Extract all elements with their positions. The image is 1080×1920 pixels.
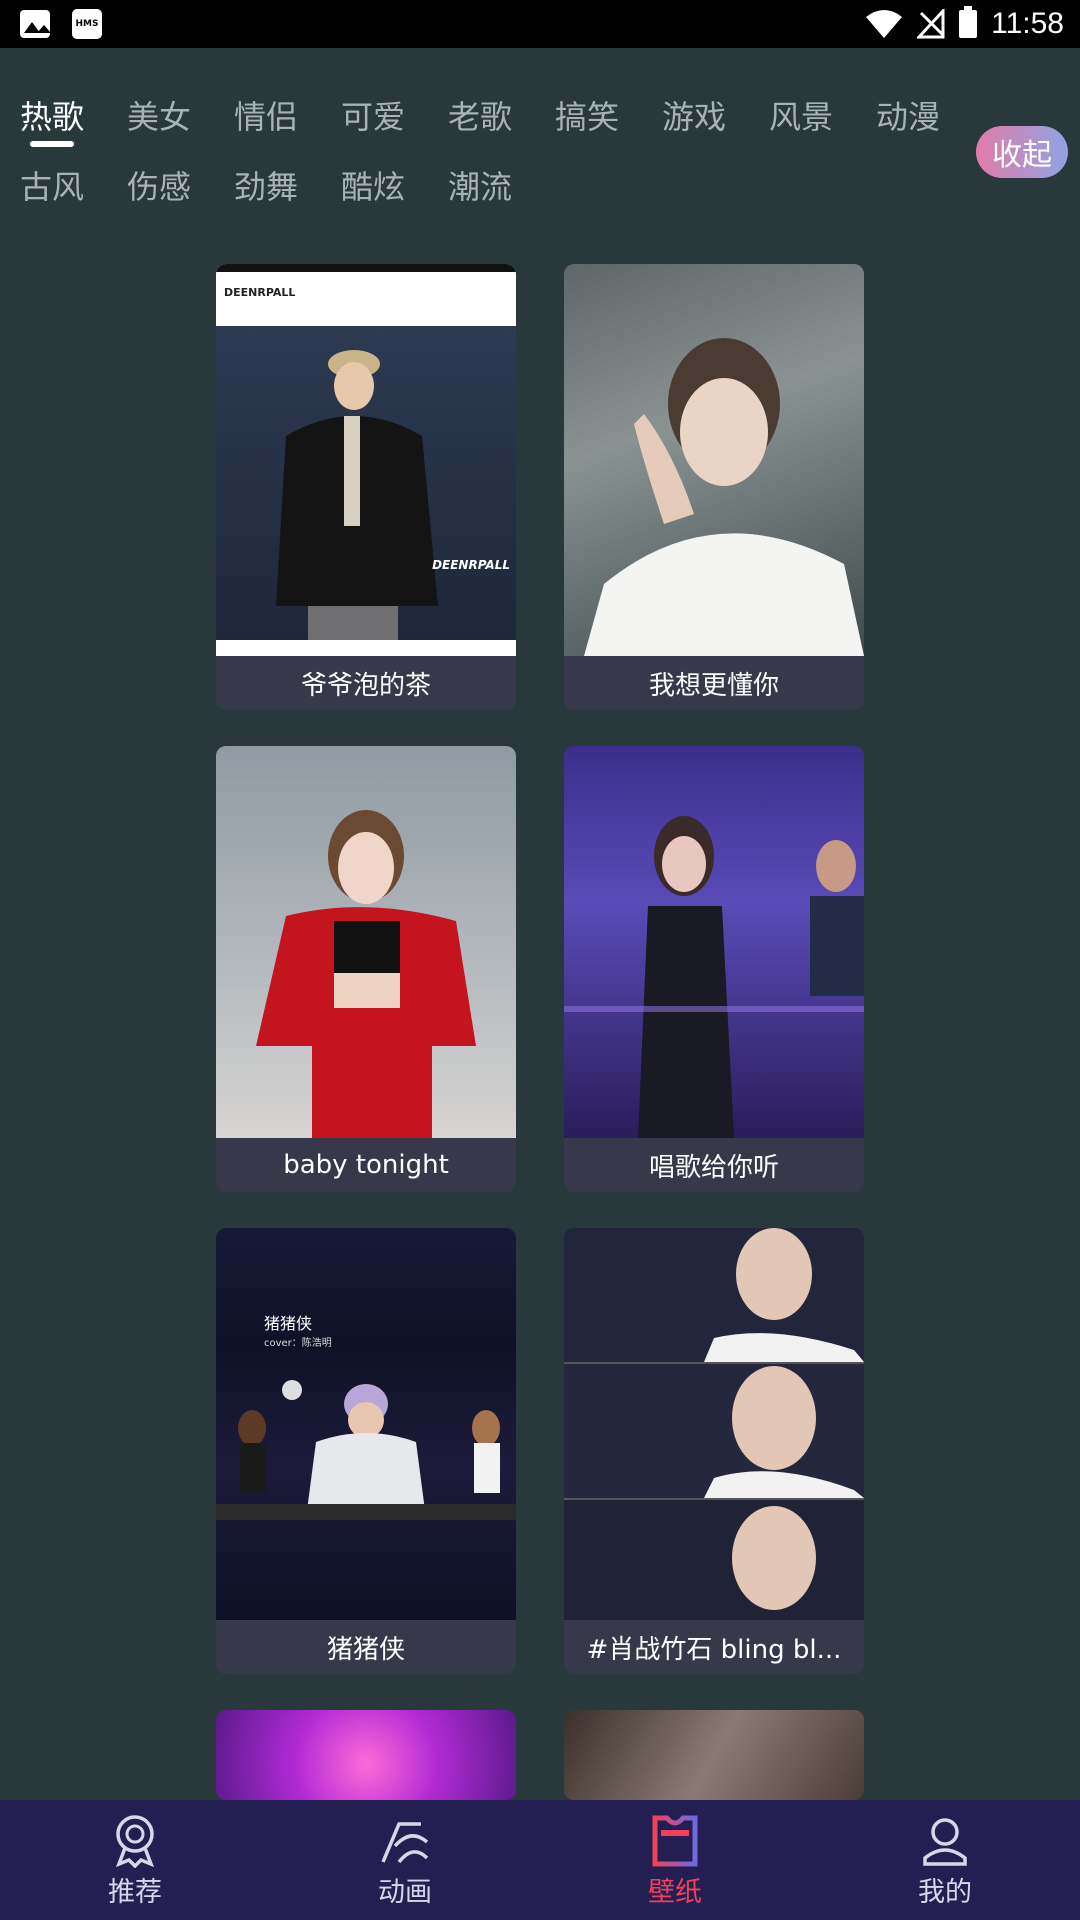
card-title: 爷爷泡的茶 bbox=[300, 670, 431, 701]
wallpaper-thumbnail: DEENRPALL DEENRPALL bbox=[216, 264, 516, 656]
wallpaper-card[interactable]: 猪猪侠 cover：陈浩明 猪猪侠 bbox=[216, 1228, 516, 1674]
wallpaper-thumbnail bbox=[564, 1710, 864, 1800]
collapse-button[interactable]: 收起 bbox=[976, 126, 1068, 178]
tab-old-songs[interactable]: 老歌 bbox=[448, 92, 512, 138]
tab-beauty[interactable]: 美女 bbox=[127, 92, 191, 138]
category-tabs: 热歌 美女 情侣 可爱 老歌 搞笑 游戏 风景 动漫 古风 伤感 劲舞 酷炫 潮… bbox=[0, 48, 1080, 238]
nav-wallpaper[interactable]: 壁纸 bbox=[540, 1800, 810, 1920]
tab-funny[interactable]: 搞笑 bbox=[555, 92, 619, 138]
card-title: #肖战竹石 bling bl... bbox=[586, 1634, 842, 1665]
wallpaper-thumbnail bbox=[216, 1710, 516, 1800]
active-tab-indicator bbox=[30, 141, 74, 147]
tab-dance[interactable]: 劲舞 bbox=[234, 162, 298, 208]
wallpaper-card[interactable]: 我想更懂你 bbox=[564, 264, 864, 710]
person-illustration bbox=[276, 350, 438, 640]
nav-label: 推荐 bbox=[108, 1876, 162, 1908]
no-signal-icon bbox=[917, 9, 945, 39]
wallpaper-thumbnail: 猪猪侠 cover：陈浩明 bbox=[216, 1228, 516, 1620]
tab-cool[interactable]: 酷炫 bbox=[341, 162, 405, 208]
nav-mine[interactable]: 我的 bbox=[810, 1800, 1080, 1920]
brand-watermark: DEENRPALL bbox=[432, 558, 510, 572]
wallpaper-thumbnail bbox=[564, 264, 864, 656]
tab-scenery[interactable]: 风景 bbox=[769, 92, 833, 138]
tshirt-icon bbox=[652, 1815, 698, 1866]
brand-text: DEENRPALL bbox=[224, 286, 296, 299]
award-icon bbox=[115, 1814, 155, 1868]
tab-anime[interactable]: 动漫 bbox=[876, 92, 940, 138]
nav-recommend[interactable]: 推荐 bbox=[0, 1800, 270, 1920]
wallpaper-thumbnail bbox=[216, 746, 516, 1138]
tab-couple[interactable]: 情侣 bbox=[234, 92, 298, 138]
card-title: baby tonight bbox=[283, 1150, 449, 1180]
card-title: 我想更懂你 bbox=[648, 670, 779, 701]
wallpaper-card[interactable]: baby tonight bbox=[216, 746, 516, 1192]
battery-icon bbox=[959, 6, 978, 38]
gallery-icon bbox=[20, 10, 50, 38]
clock: 11:58 bbox=[991, 7, 1064, 40]
wallpaper-card[interactable]: DEENRPALL DEENRPALL 爷爷泡的茶 bbox=[216, 264, 516, 710]
user-icon bbox=[923, 1817, 967, 1866]
card-title: 唱歌给你听 bbox=[648, 1152, 779, 1183]
wallpaper-thumbnail bbox=[564, 1228, 864, 1620]
card-title: 猪猪侠 bbox=[326, 1634, 405, 1665]
bottom-navigation: 推荐 动画 壁纸 我的 bbox=[0, 1800, 1080, 1920]
wallpaper-card[interactable]: 唱歌给你听 bbox=[564, 746, 864, 1192]
hms-icon: HMS bbox=[72, 9, 102, 39]
nav-animation[interactable]: 动画 bbox=[270, 1800, 540, 1920]
nav-label: 我的 bbox=[918, 1876, 972, 1908]
wallpaper-card[interactable]: #肖战竹石 bling bl... bbox=[564, 1228, 864, 1674]
status-bar: HMS 11:58 bbox=[0, 0, 1080, 48]
tab-games[interactable]: 游戏 bbox=[662, 92, 726, 138]
tab-hot-songs[interactable]: 热歌 bbox=[20, 92, 84, 138]
wallpaper-thumbnail bbox=[564, 746, 864, 1138]
wallpaper-card[interactable] bbox=[564, 1710, 864, 1800]
nav-label: 动画 bbox=[378, 1876, 432, 1908]
animation-icon bbox=[381, 1821, 429, 1863]
nav-label: 壁纸 bbox=[648, 1876, 702, 1908]
tab-sad[interactable]: 伤感 bbox=[127, 162, 191, 208]
tab-cute[interactable]: 可爱 bbox=[341, 92, 405, 138]
wifi-icon bbox=[866, 10, 903, 38]
tab-ancient-style[interactable]: 古风 bbox=[20, 162, 84, 208]
tab-trend[interactable]: 潮流 bbox=[448, 162, 512, 208]
wallpaper-card[interactable] bbox=[216, 1710, 516, 1800]
